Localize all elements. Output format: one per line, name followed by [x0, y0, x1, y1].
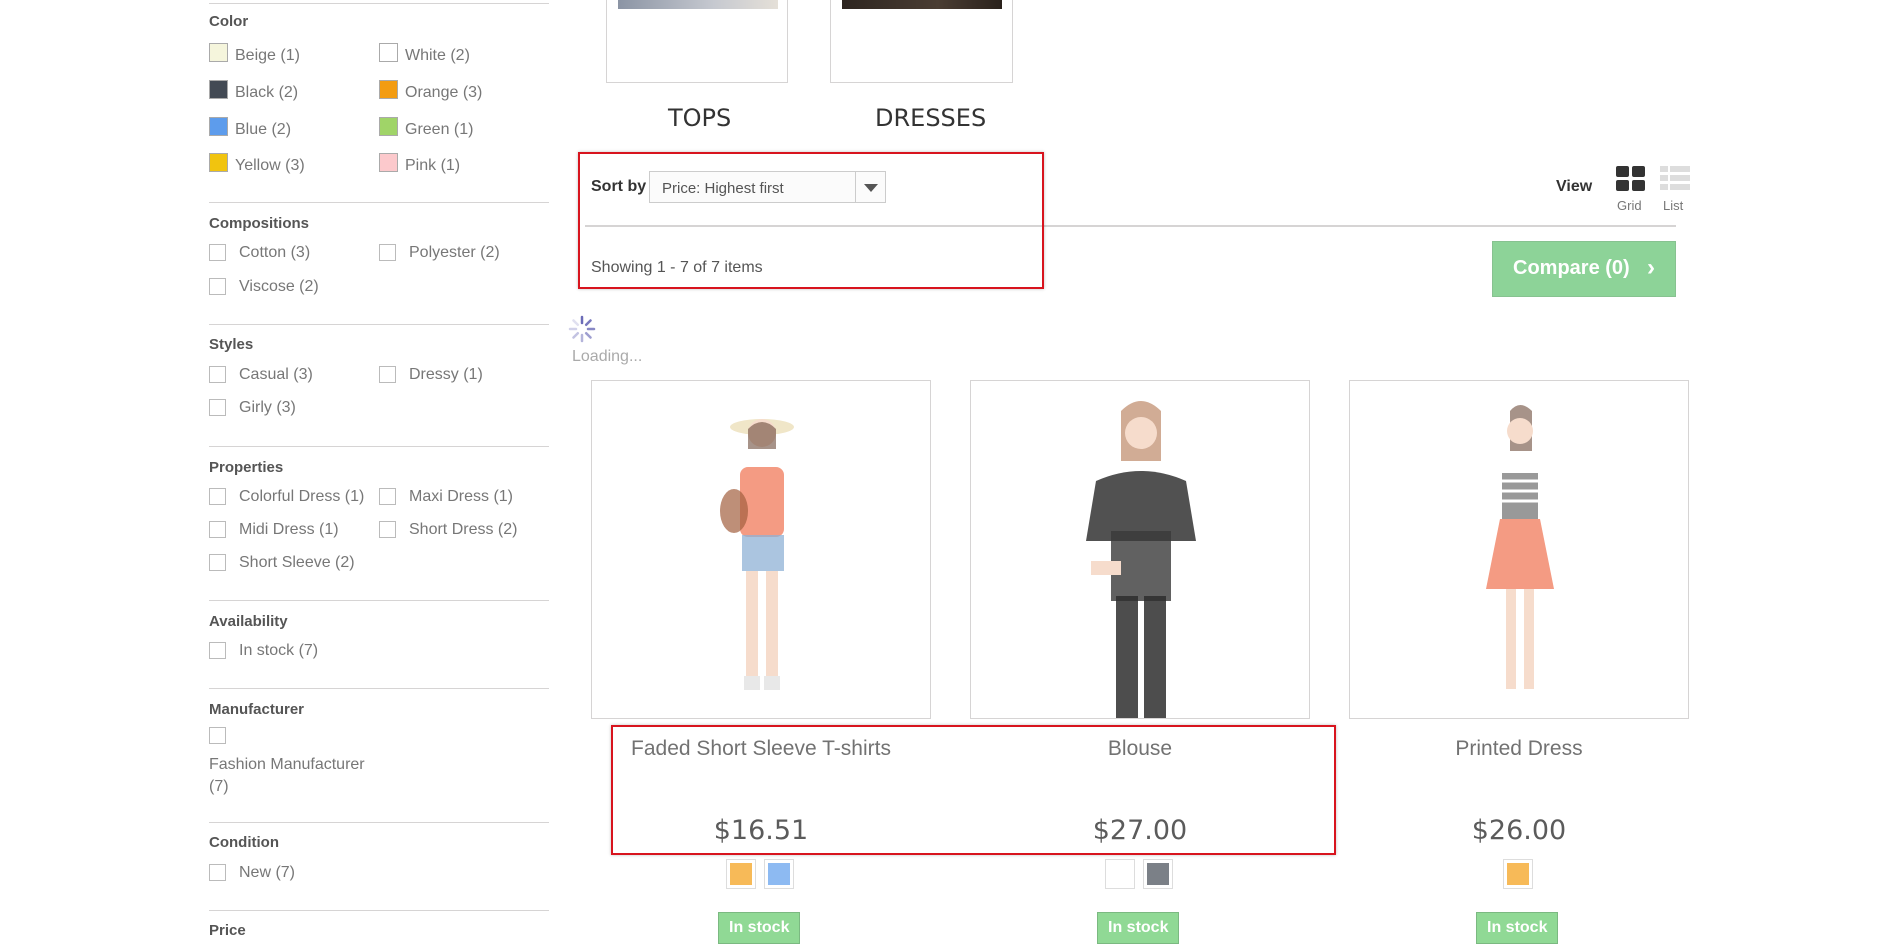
view-list-label: List: [1663, 198, 1684, 213]
color-swatch[interactable]: [379, 153, 398, 172]
stock-badge: In stock: [718, 912, 801, 944]
divider: [209, 324, 549, 325]
list-icon[interactable]: [1660, 166, 1690, 192]
color-swatch[interactable]: [379, 43, 398, 62]
checkbox[interactable]: [379, 488, 396, 505]
filter-title-price: Price: [209, 922, 246, 939]
color-swatch[interactable]: [379, 117, 398, 136]
color-swatch[interactable]: [209, 153, 228, 172]
color-swatch-orange[interactable]: [1503, 859, 1533, 889]
checkbox[interactable]: [209, 488, 226, 505]
grid-icon[interactable]: [1616, 166, 1646, 192]
loading-spinner-icon: [568, 315, 596, 343]
checkbox[interactable]: [209, 244, 226, 261]
view-grid-label: Grid: [1617, 198, 1642, 213]
color-swatch[interactable]: [379, 80, 398, 99]
checkbox[interactable]: [209, 399, 226, 416]
color-swatch[interactable]: [209, 80, 228, 99]
product-photo[interactable]: [971, 381, 1310, 719]
category-title-dresses[interactable]: DRESSES: [875, 104, 986, 132]
product-photo[interactable]: [1350, 381, 1689, 719]
checkbox[interactable]: [209, 554, 226, 571]
divider: [209, 446, 549, 447]
view-list-button[interactable]: List: [1660, 166, 1690, 214]
category-thumb-tops[interactable]: [606, 0, 788, 83]
checkbox[interactable]: [209, 727, 226, 744]
view-label: View: [1556, 178, 1593, 195]
loading-text: Loading...: [572, 348, 643, 365]
view-grid-button[interactable]: Grid: [1616, 166, 1646, 214]
checkbox[interactable]: [379, 521, 396, 538]
color-swatch-black[interactable]: [1143, 859, 1173, 889]
color-swatch-white[interactable]: [1105, 859, 1135, 889]
compare-button[interactable]: Compare (0) ›: [1492, 241, 1676, 297]
filter-title-availability: Availability: [209, 613, 288, 630]
filter-title-condition: Condition: [209, 834, 279, 851]
color-swatch-blue[interactable]: [764, 859, 794, 889]
product-image-blouse[interactable]: [970, 380, 1310, 719]
checkbox[interactable]: [379, 244, 396, 261]
category-image[interactable]: [618, 0, 778, 9]
chevron-right-icon: ›: [1647, 254, 1655, 281]
divider: [209, 3, 549, 4]
highlight-box-sort: [578, 152, 1044, 289]
checkbox[interactable]: [209, 642, 226, 659]
filter-title-color: Color: [209, 13, 249, 30]
stock-badge: In stock: [1097, 912, 1180, 944]
filter-title-compositions: Compositions: [209, 215, 309, 232]
category-image[interactable]: [842, 0, 1002, 9]
filter-title-styles: Styles: [209, 336, 254, 353]
checkbox[interactable]: [209, 366, 226, 383]
product-photo[interactable]: [592, 381, 931, 719]
compare-label: Compare (0): [1513, 257, 1630, 279]
color-swatch-orange[interactable]: [726, 859, 756, 889]
divider: [209, 202, 549, 203]
product-image-faded-tshirt[interactable]: [591, 380, 931, 719]
category-title-tops[interactable]: TOPS: [668, 104, 731, 132]
divider: [209, 688, 549, 689]
checkbox[interactable]: [209, 521, 226, 538]
stock-badge: In stock: [1476, 912, 1559, 944]
divider: [209, 910, 549, 911]
color-swatch[interactable]: [209, 117, 228, 136]
filter-title-properties: Properties: [209, 459, 284, 476]
checkbox[interactable]: [379, 366, 396, 383]
checkbox[interactable]: [209, 278, 226, 295]
filter-title-manufacturer: Manufacturer: [209, 701, 305, 718]
product-name[interactable]: Printed Dress: [1349, 737, 1689, 761]
divider: [209, 600, 549, 601]
color-swatch[interactable]: [209, 43, 228, 62]
checkbox[interactable]: [209, 864, 226, 881]
category-thumb-dresses[interactable]: [830, 0, 1013, 83]
product-price: $26.00: [1471, 815, 1567, 846]
product-image-printed-dress[interactable]: [1349, 380, 1689, 719]
divider: [209, 822, 549, 823]
highlight-box-products: [611, 725, 1336, 855]
